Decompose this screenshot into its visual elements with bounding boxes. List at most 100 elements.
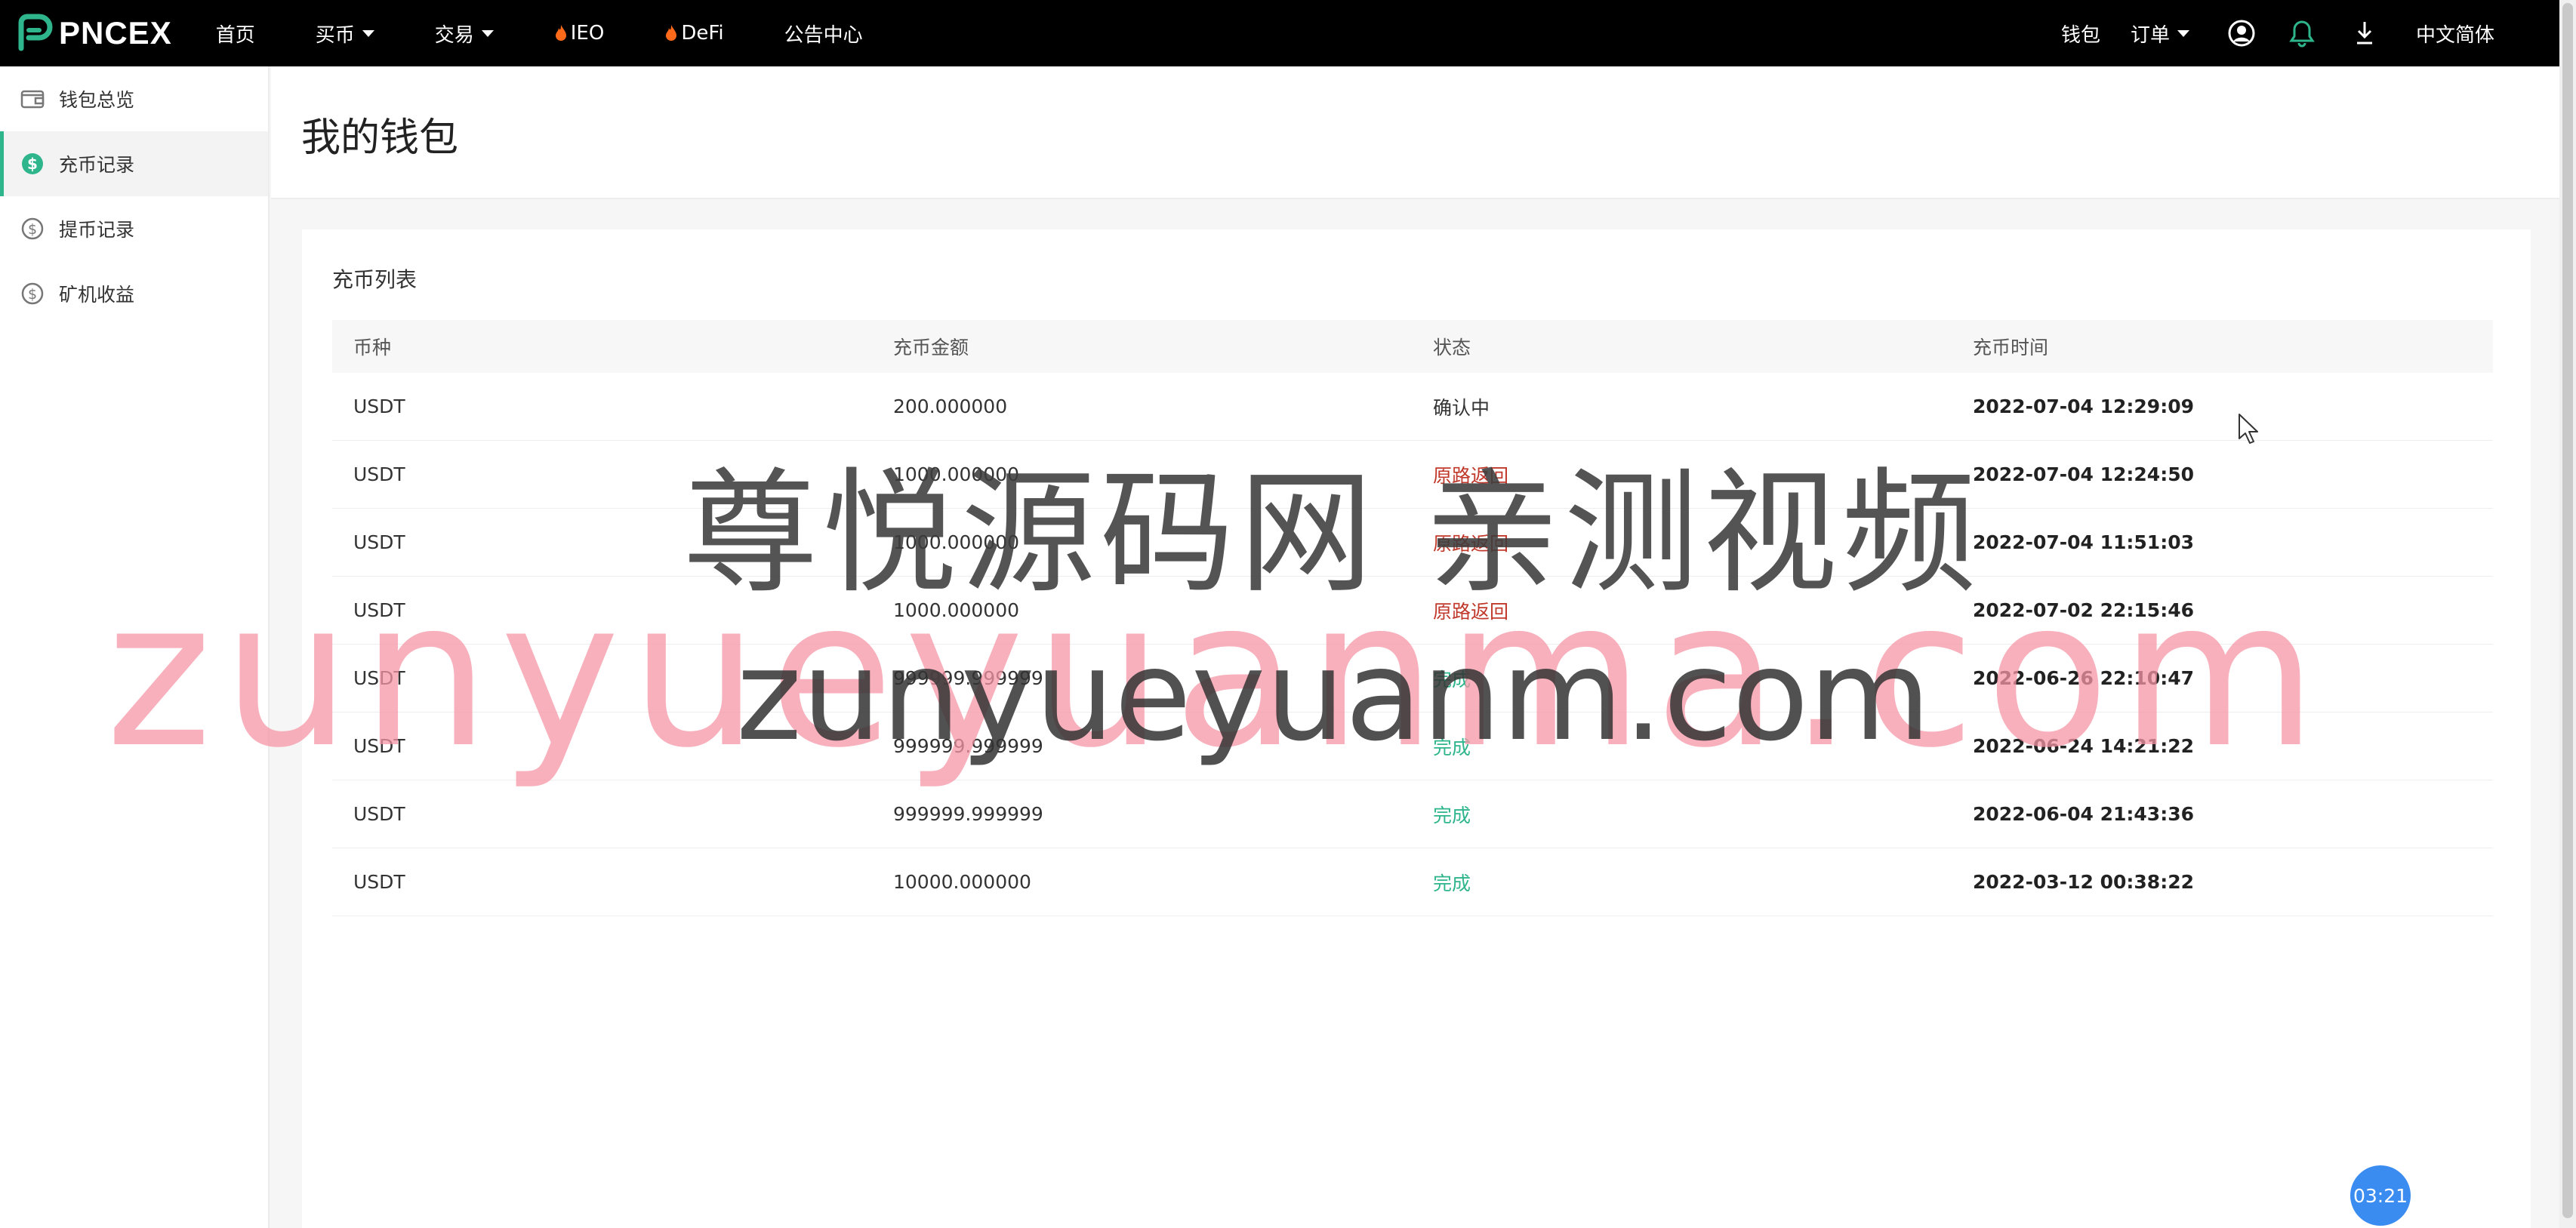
sidebar-item-label: 矿机收益 bbox=[59, 284, 135, 306]
user-account-button[interactable] bbox=[2227, 0, 2256, 66]
cell-coin: USDT bbox=[353, 531, 405, 553]
flame-icon bbox=[666, 25, 677, 41]
nav-right-group: 钱包 订单 中文简体 bbox=[2061, 0, 2559, 66]
cell-amount: 1000.000000 bbox=[893, 463, 1020, 485]
nav-buy[interactable]: 买币 bbox=[316, 0, 374, 66]
cell-coin: USDT bbox=[353, 463, 405, 485]
flame-icon bbox=[555, 25, 566, 41]
dollar-circle-icon: $ bbox=[22, 153, 43, 174]
cell-coin: USDT bbox=[353, 871, 405, 893]
bell-icon bbox=[2289, 20, 2315, 48]
cell-time: 2022-03-12 00:38:22 bbox=[1973, 871, 2194, 893]
nav-trade-label: 交易 bbox=[434, 23, 474, 47]
table-row: USDT 1000.000000 原路返回 2022-07-04 12:24:5… bbox=[332, 441, 2493, 509]
table-row: USDT 10000.000000 完成 2022-03-12 00:38:22 bbox=[332, 848, 2493, 916]
table-row: USDT 1000.000000 原路返回 2022-07-02 22:15:4… bbox=[332, 577, 2493, 645]
scrollbar-thumb[interactable] bbox=[2562, 3, 2573, 1218]
sidebar-item-deposit-records[interactable]: $ 充币记录 bbox=[0, 131, 268, 196]
download-icon bbox=[2356, 22, 2372, 45]
wallet-icon bbox=[20, 90, 45, 109]
nav-ieo-label: IEO bbox=[570, 22, 605, 45]
chevron-down-icon bbox=[2177, 29, 2189, 37]
nav-home[interactable]: 首页 bbox=[216, 0, 255, 66]
page-header: 我的钱包 bbox=[271, 66, 2559, 199]
column-header-time: 充币时间 bbox=[1973, 337, 2049, 359]
main-nav: 首页 买币 交易 IEO DeFi 公告中心 bbox=[216, 0, 923, 66]
cell-amount: 999999.999999 bbox=[893, 735, 1043, 757]
sidebar: 钱包总览 $ 充币记录 $ 提币记录 $ 矿机收益 bbox=[0, 66, 270, 1228]
cell-coin: USDT bbox=[353, 599, 405, 621]
dollar-circle-icon: $ bbox=[21, 282, 44, 305]
column-header-coin: 币种 bbox=[353, 337, 392, 359]
pncex-logo-icon bbox=[18, 14, 53, 51]
card-title: 充币列表 bbox=[332, 267, 418, 292]
page-scrollbar[interactable] bbox=[2559, 0, 2576, 1228]
cell-time: 2022-07-04 12:24:50 bbox=[1973, 463, 2194, 485]
page-title: 我的钱包 bbox=[301, 115, 459, 161]
cell-status: 完成 bbox=[1433, 736, 1471, 759]
nav-announcements-label: 公告中心 bbox=[784, 23, 863, 47]
nav-orders[interactable]: 订单 bbox=[2131, 0, 2189, 66]
table-row: USDT 200.000000 确认中 2022-07-04 12:29:09 bbox=[332, 373, 2493, 441]
dollar-circle-icon: $ bbox=[21, 217, 44, 240]
column-header-status: 状态 bbox=[1433, 337, 1471, 359]
cell-time: 2022-07-04 11:51:03 bbox=[1973, 531, 2194, 553]
sidebar-item-mining-earnings[interactable]: $ 矿机收益 bbox=[0, 261, 268, 326]
sidebar-item-wallet-overview[interactable]: 钱包总览 bbox=[0, 66, 268, 131]
cell-amount: 1000.000000 bbox=[893, 599, 1020, 621]
column-header-amount: 充币金额 bbox=[893, 337, 969, 359]
cell-status: 确认中 bbox=[1433, 396, 1490, 419]
cell-status: 完成 bbox=[1433, 804, 1471, 826]
language-selector[interactable]: 中文简体 bbox=[2416, 0, 2494, 66]
deposit-table: 币种 充币金额 状态 充币时间 USDT 200.000000 确认中 2022… bbox=[332, 320, 2493, 916]
recording-timer-badge: 03:21 bbox=[2350, 1165, 2411, 1226]
nav-wallet[interactable]: 钱包 bbox=[2061, 0, 2100, 66]
cell-time: 2022-06-24 14:21:22 bbox=[1973, 735, 2194, 757]
brand-logo[interactable]: PNCEX bbox=[14, 0, 172, 66]
cell-coin: USDT bbox=[353, 735, 405, 757]
svg-text:$: $ bbox=[27, 155, 38, 173]
nav-orders-label: 订单 bbox=[2130, 23, 2170, 47]
cell-status: 完成 bbox=[1433, 668, 1471, 691]
cell-status: 原路返回 bbox=[1433, 600, 1509, 623]
top-navigation-bar: PNCEX 首页 买币 交易 IEO DeFi 公告中心 钱包 订单 中文简体 bbox=[0, 0, 2559, 66]
cell-amount: 999999.999999 bbox=[893, 667, 1043, 689]
user-circle-icon bbox=[2228, 20, 2255, 47]
nav-buy-label: 买币 bbox=[315, 23, 355, 47]
svg-text:$: $ bbox=[28, 286, 37, 303]
nav-home-label: 首页 bbox=[215, 23, 255, 47]
brand-name: PNCEX bbox=[59, 15, 172, 51]
table-row: USDT 1000.000000 原路返回 2022-07-04 11:51:0… bbox=[332, 509, 2493, 577]
table-row: USDT 999999.999999 完成 2022-06-26 22:10:4… bbox=[332, 645, 2493, 712]
cell-amount: 1000.000000 bbox=[893, 531, 1020, 553]
cell-coin: USDT bbox=[353, 395, 405, 417]
cell-coin: USDT bbox=[353, 803, 405, 825]
nav-wallet-label: 钱包 bbox=[2060, 23, 2100, 47]
cell-status: 完成 bbox=[1433, 872, 1471, 894]
cell-time: 2022-06-26 22:10:47 bbox=[1973, 667, 2194, 689]
language-label: 中文简体 bbox=[2415, 23, 2494, 47]
table-row: USDT 999999.999999 完成 2022-06-24 14:21:2… bbox=[332, 712, 2493, 780]
nav-trade[interactable]: 交易 bbox=[435, 0, 494, 66]
cell-amount: 999999.999999 bbox=[893, 803, 1043, 825]
sidebar-item-withdraw-records[interactable]: $ 提币记录 bbox=[0, 196, 268, 261]
nav-ieo[interactable]: IEO bbox=[554, 0, 605, 66]
svg-text:$: $ bbox=[28, 221, 37, 238]
sidebar-item-label: 钱包总览 bbox=[59, 89, 135, 111]
notifications-button[interactable] bbox=[2289, 0, 2315, 66]
table-row: USDT 999999.999999 完成 2022-06-04 21:43:3… bbox=[332, 780, 2493, 848]
cell-time: 2022-07-02 22:15:46 bbox=[1973, 599, 2194, 621]
nav-defi[interactable]: DeFi bbox=[664, 0, 724, 66]
cell-time: 2022-07-04 12:29:09 bbox=[1973, 395, 2194, 417]
chevron-down-icon bbox=[481, 29, 494, 37]
deposit-list-card: 充币列表 币种 充币金额 状态 充币时间 USDT 200.000000 确认中… bbox=[302, 229, 2531, 1228]
cell-status: 原路返回 bbox=[1433, 532, 1509, 555]
sidebar-item-label: 充币记录 bbox=[59, 154, 135, 176]
download-button[interactable] bbox=[2354, 0, 2375, 66]
nav-announcements[interactable]: 公告中心 bbox=[784, 0, 863, 66]
cell-amount: 10000.000000 bbox=[893, 871, 1031, 893]
mouse-cursor-icon bbox=[2239, 414, 2258, 444]
cell-coin: USDT bbox=[353, 667, 405, 689]
sidebar-item-label: 提币记录 bbox=[59, 219, 135, 241]
nav-defi-label: DeFi bbox=[681, 22, 724, 45]
